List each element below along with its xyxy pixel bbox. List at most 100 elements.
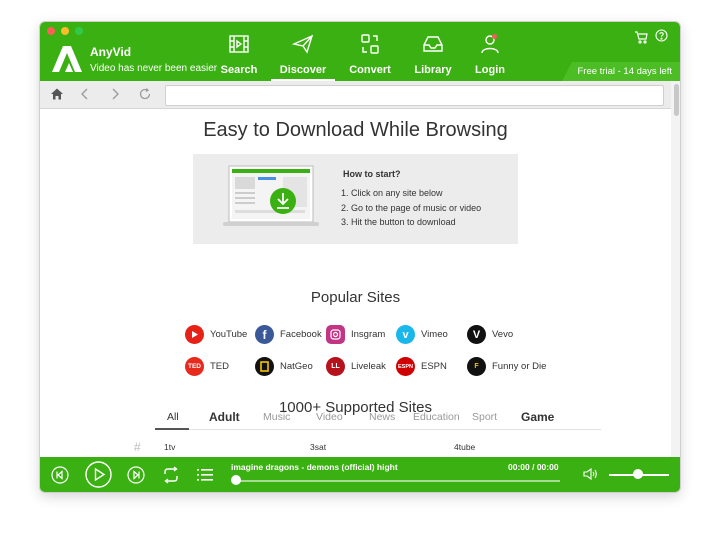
site-funny-or-die[interactable]: F Funny or Die [467, 357, 546, 376]
site-link[interactable]: 4tube [454, 442, 475, 452]
site-natgeo[interactable]: NatGeo [255, 357, 313, 376]
window-controls [47, 27, 83, 35]
vevo-icon: V [467, 325, 486, 344]
play-icon[interactable] [85, 461, 112, 488]
site-label: YouTube [210, 329, 248, 340]
inbox-icon [423, 36, 443, 52]
tab-video[interactable]: Video [316, 411, 343, 423]
nav-library[interactable]: Library [401, 32, 465, 76]
minimize-window-button[interactable] [61, 27, 69, 35]
category-tabs: All Adult Music Video News Education Spo… [155, 410, 601, 430]
cart-icon[interactable] [634, 30, 648, 44]
laptop-download-illustration [223, 165, 319, 226]
site-label: Vimeo [421, 329, 448, 340]
progress-track[interactable] [234, 480, 560, 482]
user-icon [481, 34, 499, 54]
site-liveleak[interactable]: LL Liveleak [326, 357, 386, 376]
tab-news[interactable]: News [369, 411, 395, 423]
repeat-icon[interactable] [161, 465, 181, 485]
close-window-button[interactable] [47, 27, 55, 35]
site-label: Funny or Die [492, 361, 547, 372]
volume-icon[interactable] [582, 467, 598, 481]
tab-sport[interactable]: Sport [472, 411, 497, 423]
nav-login-label: Login [475, 64, 505, 76]
ted-icon: TED [185, 357, 204, 376]
nav-library-label: Library [414, 64, 452, 76]
nav-convert-label: Convert [349, 64, 391, 76]
anyvid-logo-icon [52, 46, 82, 72]
funny-or-die-icon: F [467, 357, 486, 376]
url-input[interactable] [165, 85, 664, 106]
scrollbar-thumb[interactable] [674, 84, 679, 116]
page-title: Easy to Download While Browsing [203, 119, 508, 141]
nav-discover[interactable]: Discover [271, 32, 335, 81]
espn-icon: ESPN [396, 357, 415, 376]
site-link[interactable]: 1tv [164, 442, 175, 452]
app-tagline: Video has never been easier [90, 63, 218, 74]
site-label: Liveleak [351, 361, 386, 372]
app-window: AnyVid Video has never been easier Searc… [40, 22, 680, 492]
how-to-title: How to start? [343, 169, 401, 179]
paper-plane-icon [291, 34, 314, 54]
site-vimeo[interactable]: v Vimeo [396, 325, 448, 344]
playlist-icon[interactable] [196, 466, 214, 484]
back-icon[interactable] [78, 87, 92, 101]
vimeo-icon: v [396, 325, 415, 344]
progress-knob[interactable] [231, 475, 241, 485]
next-track-icon[interactable] [127, 466, 145, 484]
tab-game[interactable]: Game [521, 410, 554, 424]
nav-search-label: Search [220, 64, 258, 76]
site-youtube[interactable]: YouTube [185, 325, 247, 344]
home-icon[interactable] [50, 87, 64, 101]
nav-discover-label: Discover [279, 64, 327, 76]
youtube-icon [185, 325, 204, 344]
help-icon[interactable] [655, 29, 668, 42]
nav-search[interactable]: Search [207, 32, 271, 76]
nav-login[interactable]: Login [458, 32, 522, 76]
instagram-icon [326, 325, 345, 344]
browser-toolbar [40, 81, 680, 109]
discover-content: Easy to Download While Browsing How to s… [40, 109, 671, 457]
tab-all[interactable]: All [167, 411, 179, 423]
site-label: Facebook [280, 329, 322, 340]
index-hash: # [134, 440, 141, 454]
how-to-step: 3. Hit the button to download [341, 217, 456, 227]
header: AnyVid Video has never been easier Searc… [40, 22, 680, 81]
now-playing-title: imagine dragons - demons (official) high… [231, 462, 398, 472]
site-espn[interactable]: ESPN ESPN [396, 357, 447, 376]
facebook-icon: f [255, 325, 274, 344]
nav-convert[interactable]: Convert [338, 32, 402, 76]
popular-sites-title: Popular Sites [310, 289, 401, 306]
how-to-step: 1. Click on any site below [341, 188, 443, 198]
trial-badge[interactable]: Free trial - 14 days left [562, 62, 680, 81]
tab-education[interactable]: Education [413, 411, 460, 423]
playback-time: 00:00 / 00:00 [508, 462, 559, 472]
refresh-icon[interactable] [138, 87, 152, 101]
site-vevo[interactable]: V Vevo [467, 325, 513, 344]
site-label: TED [210, 361, 229, 372]
how-to-step: 2. Go to the page of music or video [341, 203, 482, 213]
convert-icon [361, 34, 379, 54]
zoom-window-button[interactable] [75, 27, 83, 35]
player-bar: imagine dragons - demons (official) high… [40, 457, 680, 492]
previous-track-icon[interactable] [51, 466, 69, 484]
how-to-panel: How to start? 1. Click on any site below… [193, 154, 518, 244]
site-facebook[interactable]: f Facebook [255, 325, 322, 344]
film-icon [229, 35, 249, 53]
site-label: Insgram [351, 329, 386, 340]
site-instagram[interactable]: Insgram [326, 325, 385, 344]
site-label: NatGeo [280, 361, 313, 372]
site-label: ESPN [421, 361, 447, 372]
tab-adult[interactable]: Adult [209, 410, 240, 424]
natgeo-icon [255, 357, 274, 376]
active-tab-indicator [155, 428, 189, 430]
forward-icon[interactable] [108, 87, 122, 101]
liveleak-icon: LL [326, 357, 345, 376]
site-ted[interactable]: TED TED [185, 357, 229, 376]
app-name: AnyVid [90, 45, 132, 59]
volume-knob[interactable] [633, 469, 643, 479]
site-label: Vevo [492, 329, 514, 340]
scrollbar[interactable] [671, 81, 680, 457]
site-link[interactable]: 3sat [310, 442, 326, 452]
tab-music[interactable]: Music [263, 411, 290, 423]
